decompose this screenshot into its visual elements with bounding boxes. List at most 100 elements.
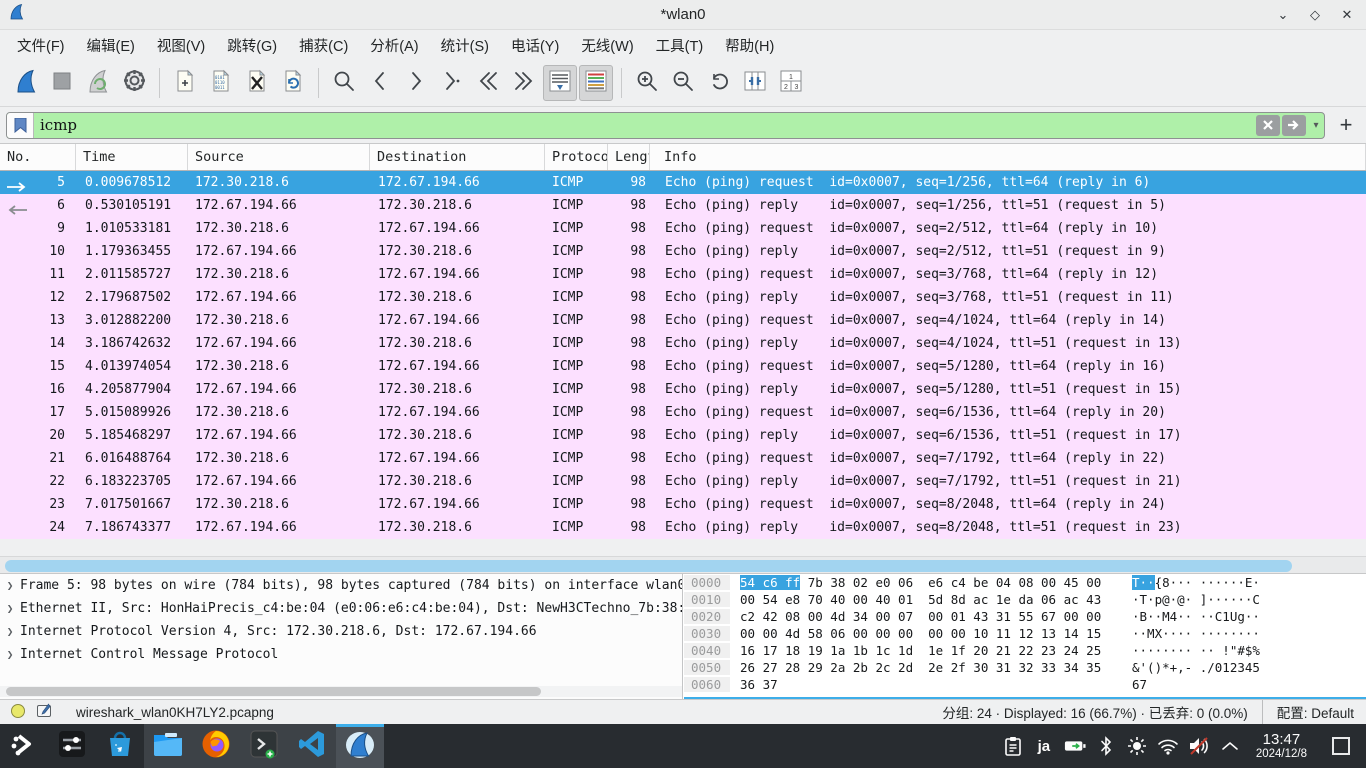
hex-bytes[interactable]: 26 27 28 29 2a 2b 2c 2d 2e 2f 30 31 32 3… bbox=[730, 660, 1130, 675]
start-capture-button[interactable] bbox=[9, 65, 43, 101]
menu-item-5[interactable]: 分析(A) bbox=[359, 31, 429, 60]
filter-dropdown-arrow[interactable]: ▾ bbox=[1308, 115, 1324, 136]
column-header-time[interactable]: Time bbox=[76, 144, 188, 170]
hex-ascii[interactable]: ··MX···· ········ bbox=[1130, 626, 1260, 641]
profile-selector[interactable]: 配置: Default bbox=[1262, 700, 1366, 724]
menu-item-10[interactable]: 帮助(H) bbox=[714, 31, 785, 60]
reload-file-button[interactable] bbox=[276, 65, 310, 101]
zoom-in-button[interactable] bbox=[630, 65, 664, 101]
go-back-button[interactable] bbox=[363, 65, 397, 101]
hscrollbar-thumb[interactable] bbox=[5, 560, 1292, 572]
taskbar-vscode[interactable] bbox=[288, 724, 336, 768]
go-first-button[interactable] bbox=[471, 65, 505, 101]
go-to-packet-button[interactable] bbox=[435, 65, 469, 101]
close-button[interactable]: ✕ bbox=[1338, 6, 1356, 24]
hex-bytes[interactable]: 54 c6 ff 7b 38 02 e0 06 e6 c4 be 04 08 0… bbox=[730, 575, 1130, 590]
hex-row-0010[interactable]: 001000 54 e8 70 40 00 40 01 5d 8d ac 1e … bbox=[684, 591, 1366, 608]
expander-icon[interactable]: ❯ bbox=[0, 602, 20, 615]
packet-row-24[interactable]: 247.186743377172.67.194.66172.30.218.6IC… bbox=[0, 516, 1366, 539]
packet-row-14[interactable]: 143.186742632172.67.194.66172.30.218.6IC… bbox=[0, 332, 1366, 355]
packet-row-15[interactable]: 154.013974054172.30.218.6172.67.194.66IC… bbox=[0, 355, 1366, 378]
close-file-button[interactable] bbox=[240, 65, 274, 101]
volume-muted-icon[interactable] bbox=[1188, 735, 1210, 757]
packet-row-17[interactable]: 175.015089926172.30.218.6172.67.194.66IC… bbox=[0, 401, 1366, 424]
packet-row-23[interactable]: 237.017501667172.30.218.6172.67.194.66IC… bbox=[0, 493, 1366, 516]
column-header-length[interactable]: Length bbox=[608, 144, 650, 170]
packet-row-5[interactable]: 50.009678512172.30.218.6172.67.194.66ICM… bbox=[0, 171, 1366, 194]
menu-item-7[interactable]: 电话(Y) bbox=[500, 31, 570, 60]
taskbar-terminal[interactable] bbox=[240, 724, 288, 768]
display-filter-input[interactable]: icmp ▾ bbox=[6, 112, 1325, 139]
column-header-no[interactable]: No. bbox=[0, 144, 76, 170]
expander-icon[interactable]: ❯ bbox=[0, 648, 20, 661]
taskbar-wireshark[interactable] bbox=[336, 724, 384, 768]
hex-row-0020[interactable]: 0020c2 42 08 00 4d 34 00 07 00 01 43 31 … bbox=[684, 608, 1366, 625]
filter-clear-button[interactable] bbox=[1256, 115, 1280, 136]
packet-row-21[interactable]: 216.016488764172.30.218.6172.67.194.66IC… bbox=[0, 447, 1366, 470]
detail-line-3[interactable]: ❯Internet Control Message Protocol bbox=[0, 643, 682, 666]
bluetooth-icon[interactable] bbox=[1095, 735, 1117, 757]
colorize-button[interactable] bbox=[579, 65, 613, 101]
filter-bookmark-icon[interactable] bbox=[7, 112, 34, 139]
detail-line-2[interactable]: ❯Internet Protocol Version 4, Src: 172.3… bbox=[0, 620, 682, 643]
go-last-button[interactable] bbox=[507, 65, 541, 101]
auto-scroll-button[interactable] bbox=[543, 65, 577, 101]
capture-options-button[interactable] bbox=[117, 65, 151, 101]
hex-ascii[interactable]: ········ ·· !"#$% bbox=[1130, 643, 1260, 658]
hex-bytes[interactable]: 16 17 18 19 1a 1b 1c 1d 1e 1f 20 21 22 2… bbox=[730, 643, 1130, 658]
menu-item-2[interactable]: 视图(V) bbox=[146, 31, 216, 60]
packet-row-9[interactable]: 91.010533181172.30.218.6172.67.194.66ICM… bbox=[0, 217, 1366, 240]
hex-row-0060[interactable]: 006036 3767 bbox=[684, 676, 1366, 693]
title-bar[interactable]: *wlan0 ⌄ ◇ ✕ bbox=[0, 0, 1366, 30]
taskbar-clock[interactable]: 13:47 2024/12/8 bbox=[1256, 732, 1307, 760]
packet-row-6[interactable]: 60.530105191172.67.194.66172.30.218.6ICM… bbox=[0, 194, 1366, 217]
restart-capture-button[interactable] bbox=[81, 65, 115, 101]
expert-info-icon[interactable] bbox=[10, 703, 26, 722]
expander-icon[interactable]: ❯ bbox=[0, 579, 20, 592]
minimize-button[interactable]: ⌄ bbox=[1274, 6, 1292, 24]
taskbar-discover[interactable] bbox=[96, 724, 144, 768]
show-desktop-button[interactable] bbox=[1332, 737, 1350, 755]
zoom-reset-button[interactable] bbox=[702, 65, 736, 101]
hex-row-0000[interactable]: 000054 c6 ff 7b 38 02 e0 06 e6 c4 be 04 … bbox=[684, 574, 1366, 591]
packet-row-16[interactable]: 164.205877904172.67.194.66172.30.218.6IC… bbox=[0, 378, 1366, 401]
hex-ascii[interactable]: 67 bbox=[1130, 677, 1147, 692]
hex-row-0050[interactable]: 005026 27 28 29 2a 2b 2c 2d 2e 2f 30 31 … bbox=[684, 659, 1366, 676]
column-header-info[interactable]: Info bbox=[650, 144, 1366, 170]
packet-list-hscrollbar[interactable] bbox=[0, 556, 1366, 574]
packet-row-22[interactable]: 226.183223705172.67.194.66172.30.218.6IC… bbox=[0, 470, 1366, 493]
hex-ascii[interactable]: &'()*+,- ./012345 bbox=[1130, 660, 1260, 675]
hex-bytes[interactable]: 36 37 bbox=[730, 677, 1130, 692]
taskbar-system-settings[interactable] bbox=[48, 724, 96, 768]
wifi-icon[interactable] bbox=[1157, 735, 1179, 757]
clipboard-icon[interactable] bbox=[1002, 735, 1024, 757]
brightness-icon[interactable] bbox=[1126, 735, 1148, 757]
maximize-button[interactable]: ◇ bbox=[1306, 6, 1324, 24]
stop-capture-button[interactable] bbox=[45, 65, 79, 101]
hex-row-0040[interactable]: 004016 17 18 19 1a 1b 1c 1d 1e 1f 20 21 … bbox=[684, 642, 1366, 659]
taskbar-file-manager[interactable] bbox=[144, 724, 192, 768]
resize-columns-button[interactable] bbox=[738, 65, 772, 101]
details-hscrollbar[interactable] bbox=[0, 686, 683, 697]
zoom-out-button[interactable] bbox=[666, 65, 700, 101]
capture-comment-icon[interactable] bbox=[36, 703, 52, 722]
taskbar-app-launcher[interactable] bbox=[0, 724, 48, 768]
hex-bytes[interactable]: c2 42 08 00 4d 34 00 07 00 01 43 31 55 6… bbox=[730, 609, 1130, 624]
menu-item-8[interactable]: 无线(W) bbox=[570, 31, 644, 60]
packet-row-11[interactable]: 112.011585727172.30.218.6172.67.194.66IC… bbox=[0, 263, 1366, 286]
save-file-button[interactable]: 010101100011 bbox=[204, 65, 238, 101]
hex-row-0030[interactable]: 003000 00 4d 58 06 00 00 00 00 00 10 11 … bbox=[684, 625, 1366, 642]
detail-line-1[interactable]: ❯Ethernet II, Src: HonHaiPrecis_c4:be:04… bbox=[0, 597, 682, 620]
open-file-button[interactable] bbox=[168, 65, 202, 101]
input-method-ja-icon[interactable]: ja bbox=[1033, 735, 1055, 757]
column-header-destination[interactable]: Destination bbox=[370, 144, 545, 170]
menu-item-0[interactable]: 文件(F) bbox=[6, 31, 76, 60]
hex-ascii[interactable]: ·B··M4·· ··C1Ug·· bbox=[1130, 609, 1260, 624]
packet-row-13[interactable]: 133.012882200172.30.218.6172.67.194.66IC… bbox=[0, 309, 1366, 332]
menu-item-9[interactable]: 工具(T) bbox=[645, 31, 715, 60]
hex-bytes[interactable]: 00 00 4d 58 06 00 00 00 00 00 10 11 12 1… bbox=[730, 626, 1130, 641]
taskbar-firefox[interactable] bbox=[192, 724, 240, 768]
filter-apply-button[interactable] bbox=[1282, 115, 1306, 136]
filter-add-button[interactable]: + bbox=[1333, 112, 1359, 138]
column-header-source[interactable]: Source bbox=[188, 144, 370, 170]
